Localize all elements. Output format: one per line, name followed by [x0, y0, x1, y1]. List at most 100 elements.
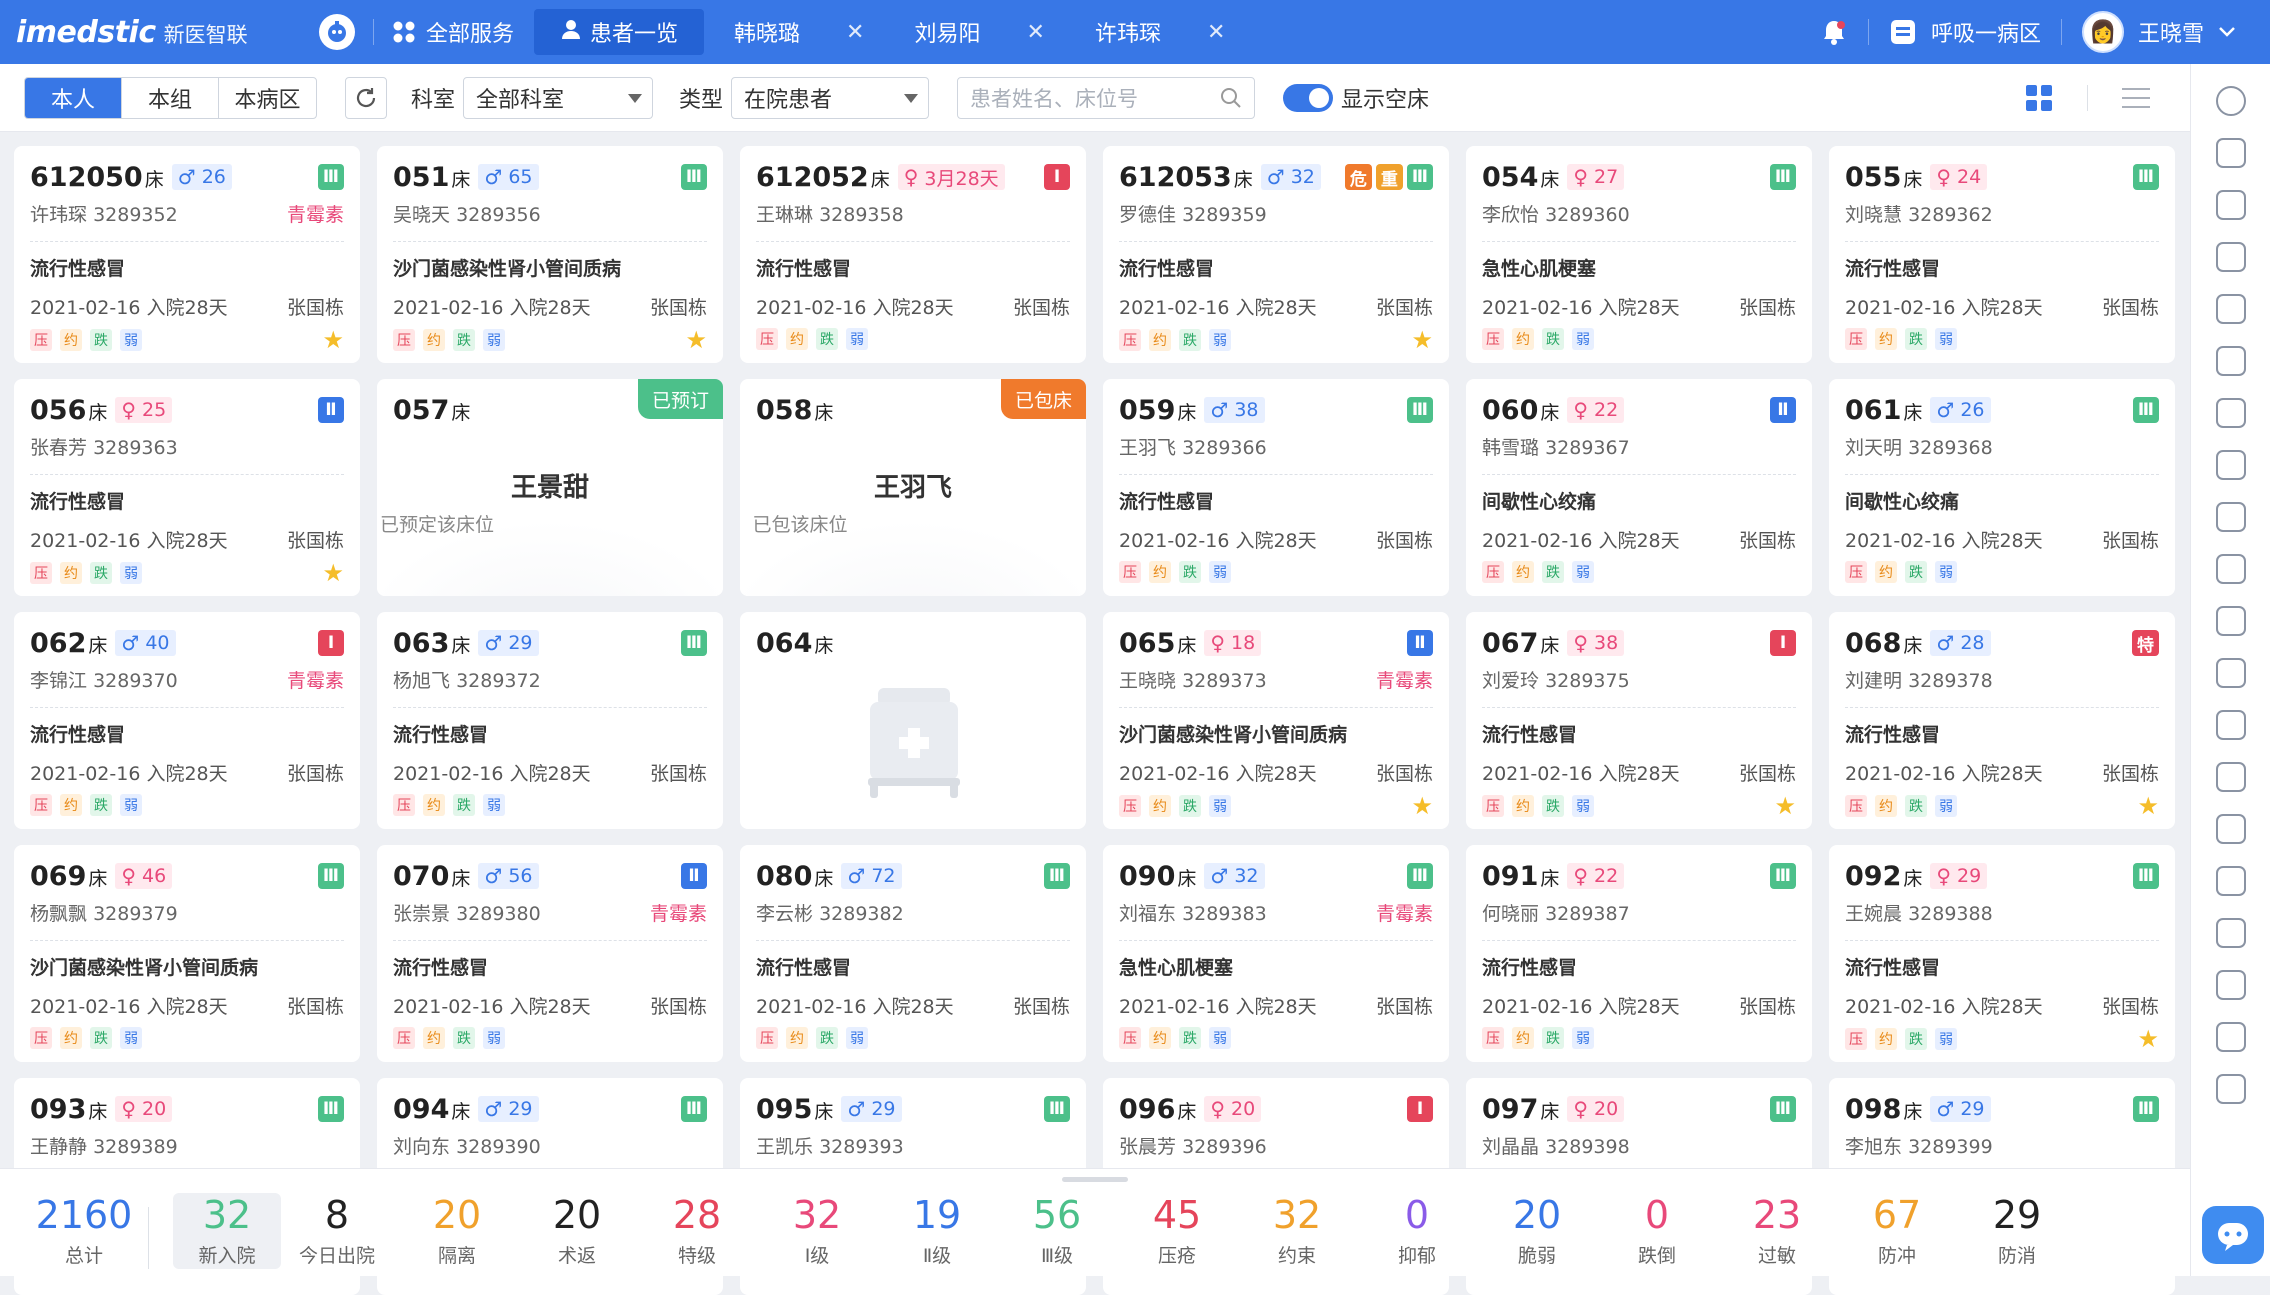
- bed-card[interactable]: 612050 床 ♂ 26 Ⅲ 许玮琛 3289352 青霉素 流行性感冒 2021-02-16…: [14, 146, 360, 363]
- feather-icon[interactable]: [2215, 814, 2246, 844]
- bed-card[interactable]: 已预订 057 床王景甜 已预定该床位: [377, 379, 723, 596]
- bed-card[interactable]: 055 床 ♀ 24 Ⅲ 刘晓慧 3289362 流行性感冒 2021-02-16 入院28天…: [1829, 146, 2175, 363]
- injection-icon[interactable]: [2215, 606, 2246, 636]
- stat-item[interactable]: 20 术返: [517, 1193, 637, 1269]
- scope-self[interactable]: 本人: [25, 77, 122, 118]
- stat-item[interactable]: 19 Ⅱ级: [877, 1193, 997, 1269]
- document-icon[interactable]: [2215, 242, 2246, 272]
- heart-icon[interactable]: [2215, 554, 2246, 584]
- star-icon[interactable]: ★: [1411, 328, 1433, 352]
- divider: [1482, 241, 1796, 242]
- avatar[interactable]: 👩: [2081, 11, 2124, 53]
- type-select[interactable]: 在院患者: [731, 76, 930, 119]
- user-name[interactable]: 王晓雪: [2138, 16, 2204, 48]
- bed-card[interactable]: 091 床 ♀ 22 Ⅲ 何晓丽 3289387 流行性感冒 2021-02-16 入院28天…: [1466, 845, 1812, 1062]
- bed-card[interactable]: 064 床: [740, 612, 1086, 829]
- stat-item[interactable]: 45 压疮: [1117, 1193, 1237, 1269]
- close-icon[interactable]: ✕: [1207, 20, 1225, 45]
- star-icon[interactable]: ★: [685, 328, 707, 352]
- stat-item[interactable]: 28 特级: [637, 1193, 757, 1269]
- stat-item[interactable]: 23 过敏: [1717, 1193, 1837, 1269]
- report-icon[interactable]: [2215, 866, 2246, 896]
- bed-card[interactable]: 065 床 ♀ 18 Ⅱ 王晓晓 3289373 青霉素 沙门菌感染性肾小管间质病 2021-0…: [1103, 612, 1449, 829]
- drag-handle[interactable]: [1062, 1177, 1128, 1182]
- clipboard-icon[interactable]: [2215, 190, 2246, 220]
- bed-card[interactable]: 060 床 ♀ 22 Ⅱ 韩雪璐 3289367 间歇性心绞痛 2021-02-16 入院28…: [1466, 379, 1812, 596]
- show-empty-toggle[interactable]: [1283, 83, 1334, 112]
- stat-item[interactable]: 32 Ⅰ级: [757, 1193, 877, 1269]
- medical-record-icon[interactable]: [2215, 346, 2246, 376]
- bed-card[interactable]: 092 床 ♀ 29 Ⅲ 王婉晨 3289388 流行性感冒 2021-02-16 入院28天…: [1829, 845, 2175, 1062]
- care-level-badge: 特: [2132, 630, 2159, 656]
- calendar-icon[interactable]: [2215, 970, 2246, 1000]
- star-icon[interactable]: ★: [2137, 794, 2159, 818]
- close-icon[interactable]: ✕: [846, 20, 864, 45]
- stat-item[interactable]: 56 Ⅲ级: [997, 1193, 1117, 1269]
- admit-days: 入院28天: [1235, 763, 1317, 785]
- stat-item[interactable]: 20 隔离: [397, 1193, 517, 1269]
- assistant-icon[interactable]: [319, 14, 355, 50]
- patient-name: 刘向东: [393, 1136, 451, 1158]
- stat-item[interactable]: 32 约束: [1237, 1193, 1357, 1269]
- settings-icon[interactable]: [2215, 762, 2246, 792]
- close-icon[interactable]: ✕: [1027, 20, 1045, 45]
- bed-card[interactable]: 051 床 ♂ 65 Ⅲ 吴晓天 3289356 沙门菌感染性肾小管间质病 2021-02-1…: [377, 146, 723, 363]
- scope-group[interactable]: 本组: [122, 77, 219, 118]
- bed-card[interactable]: 062 床 ♂ 40 Ⅰ 李锦江 3289370 青霉素 流行性感冒 2021-02-16 入院…: [14, 612, 360, 829]
- bed-card[interactable]: 068 床 ♂ 28 特刘建明 3289378 流行性感冒 2021-02-16 入院28天…: [1829, 612, 2175, 829]
- tab-0[interactable]: 患者一览: [534, 9, 705, 55]
- ward-selector[interactable]: 呼吸一病区: [1931, 16, 2041, 48]
- bed-card[interactable]: 612053 床 ♂ 32 危重 Ⅲ 罗德佳 3289359 流行性感冒 2021-02-16 …: [1103, 146, 1449, 363]
- star-icon[interactable]: ★: [322, 561, 344, 585]
- bed-card[interactable]: 070 床 ♂ 56 Ⅱ 张崇景 3289380 青霉素 流行性感冒 2021-02-16 入院…: [377, 845, 723, 1062]
- all-services-button[interactable]: 全部服务: [392, 16, 514, 48]
- list-icon[interactable]: [2215, 918, 2246, 948]
- refresh-button[interactable]: [345, 76, 387, 119]
- bed-card[interactable]: 059 床 ♂ 38 Ⅲ 王羽飞 3289366 流行性感冒 2021-02-16 入院28天…: [1103, 379, 1449, 596]
- stat-item[interactable]: 2160 总计: [24, 1193, 144, 1269]
- stat-item[interactable]: 29 防消: [1957, 1193, 2077, 1269]
- drop-icon[interactable]: [2215, 710, 2246, 740]
- brain-icon[interactable]: [2215, 502, 2246, 532]
- dept-select[interactable]: 全部科室: [463, 76, 654, 119]
- stat-item[interactable]: 67 防冲: [1837, 1193, 1957, 1269]
- star-icon[interactable]: ★: [1411, 794, 1433, 818]
- star-icon[interactable]: ★: [322, 328, 344, 352]
- nurse-icon[interactable]: [2215, 658, 2246, 688]
- stat-item[interactable]: 20 脆弱: [1477, 1193, 1597, 1269]
- bed-card[interactable]: 054 床 ♀ 27 Ⅲ 李欣怡 3289360 急性心肌梗塞 2021-02-16 入院28…: [1466, 146, 1812, 363]
- user-circle-icon[interactable]: [2215, 86, 2246, 116]
- tab-3[interactable]: 许玮琛 ✕: [1075, 9, 1245, 55]
- bed-card[interactable]: 已包床 058 床王羽飞 已包该床位: [740, 379, 1086, 596]
- screen-report-icon[interactable]: [2215, 450, 2246, 480]
- bed-card[interactable]: 069 床 ♀ 46 Ⅲ 杨飘飘 3289379 沙门菌感染性肾小管间质病 2021-02-1…: [14, 845, 360, 1062]
- tab-2[interactable]: 刘易阳 ✕: [894, 9, 1064, 55]
- bed-card[interactable]: 061 床 ♂ 26 Ⅲ 刘天明 3289368 间歇性心绞痛 2021-02-16 入院28…: [1829, 379, 2175, 596]
- chat-assistant-button[interactable]: [2202, 1206, 2264, 1264]
- bed-card[interactable]: 612052 床 ♀ 3月28天 Ⅰ 王琳琳 3289358 流行性感冒 2021-02-16…: [740, 146, 1086, 363]
- star-icon[interactable]: ★: [2137, 1027, 2159, 1051]
- satellite-icon[interactable]: [2215, 1074, 2246, 1104]
- stat-item[interactable]: 8 今日出院: [277, 1193, 397, 1269]
- bed-card[interactable]: 063 床 ♂ 29 Ⅲ 杨旭飞 3289372 流行性感冒 2021-02-16 入院28天…: [377, 612, 723, 829]
- stat-item[interactable]: 32 新入院: [173, 1193, 281, 1269]
- checklist-icon[interactable]: [2215, 398, 2246, 428]
- shield-icon[interactable]: [2215, 1022, 2246, 1052]
- bed-card[interactable]: 056 床 ♀ 25 Ⅱ 张春芳 3289363 流行性感冒 2021-02-16 入院28天…: [14, 379, 360, 596]
- stat-item[interactable]: 0 抑郁: [1357, 1193, 1477, 1269]
- star-icon[interactable]: ★: [1774, 794, 1796, 818]
- bell-icon[interactable]: [1820, 18, 1848, 46]
- search-input[interactable]: 患者姓名、床位号: [957, 76, 1256, 119]
- scope-ward[interactable]: 本病区: [219, 78, 316, 118]
- patient-info: 刘晓慧 3289362: [1845, 200, 1993, 227]
- chevron-down-icon[interactable]: [2218, 26, 2236, 38]
- tab-1[interactable]: 韩晓璐 ✕: [714, 9, 884, 55]
- bed-card[interactable]: 080 床 ♂ 72 Ⅲ 李云彬 3289382 流行性感冒 2021-02-16 入院28天…: [740, 845, 1086, 1062]
- monitor-icon[interactable]: [2215, 138, 2246, 168]
- bed-card[interactable]: 067 床 ♀ 38 Ⅰ 刘爱玲 3289375 流行性感冒 2021-02-16 入院28天…: [1466, 612, 1812, 829]
- list-view-icon[interactable]: [2122, 86, 2150, 110]
- message-icon[interactable]: [2215, 294, 2246, 324]
- bed-card[interactable]: 090 床 ♂ 32 Ⅲ 刘福东 3289383 青霉素 急性心肌梗塞 2021-02-16 入…: [1103, 845, 1449, 1062]
- stat-item[interactable]: 0 跌倒: [1597, 1193, 1717, 1269]
- card-view-icon[interactable]: [2025, 84, 2053, 112]
